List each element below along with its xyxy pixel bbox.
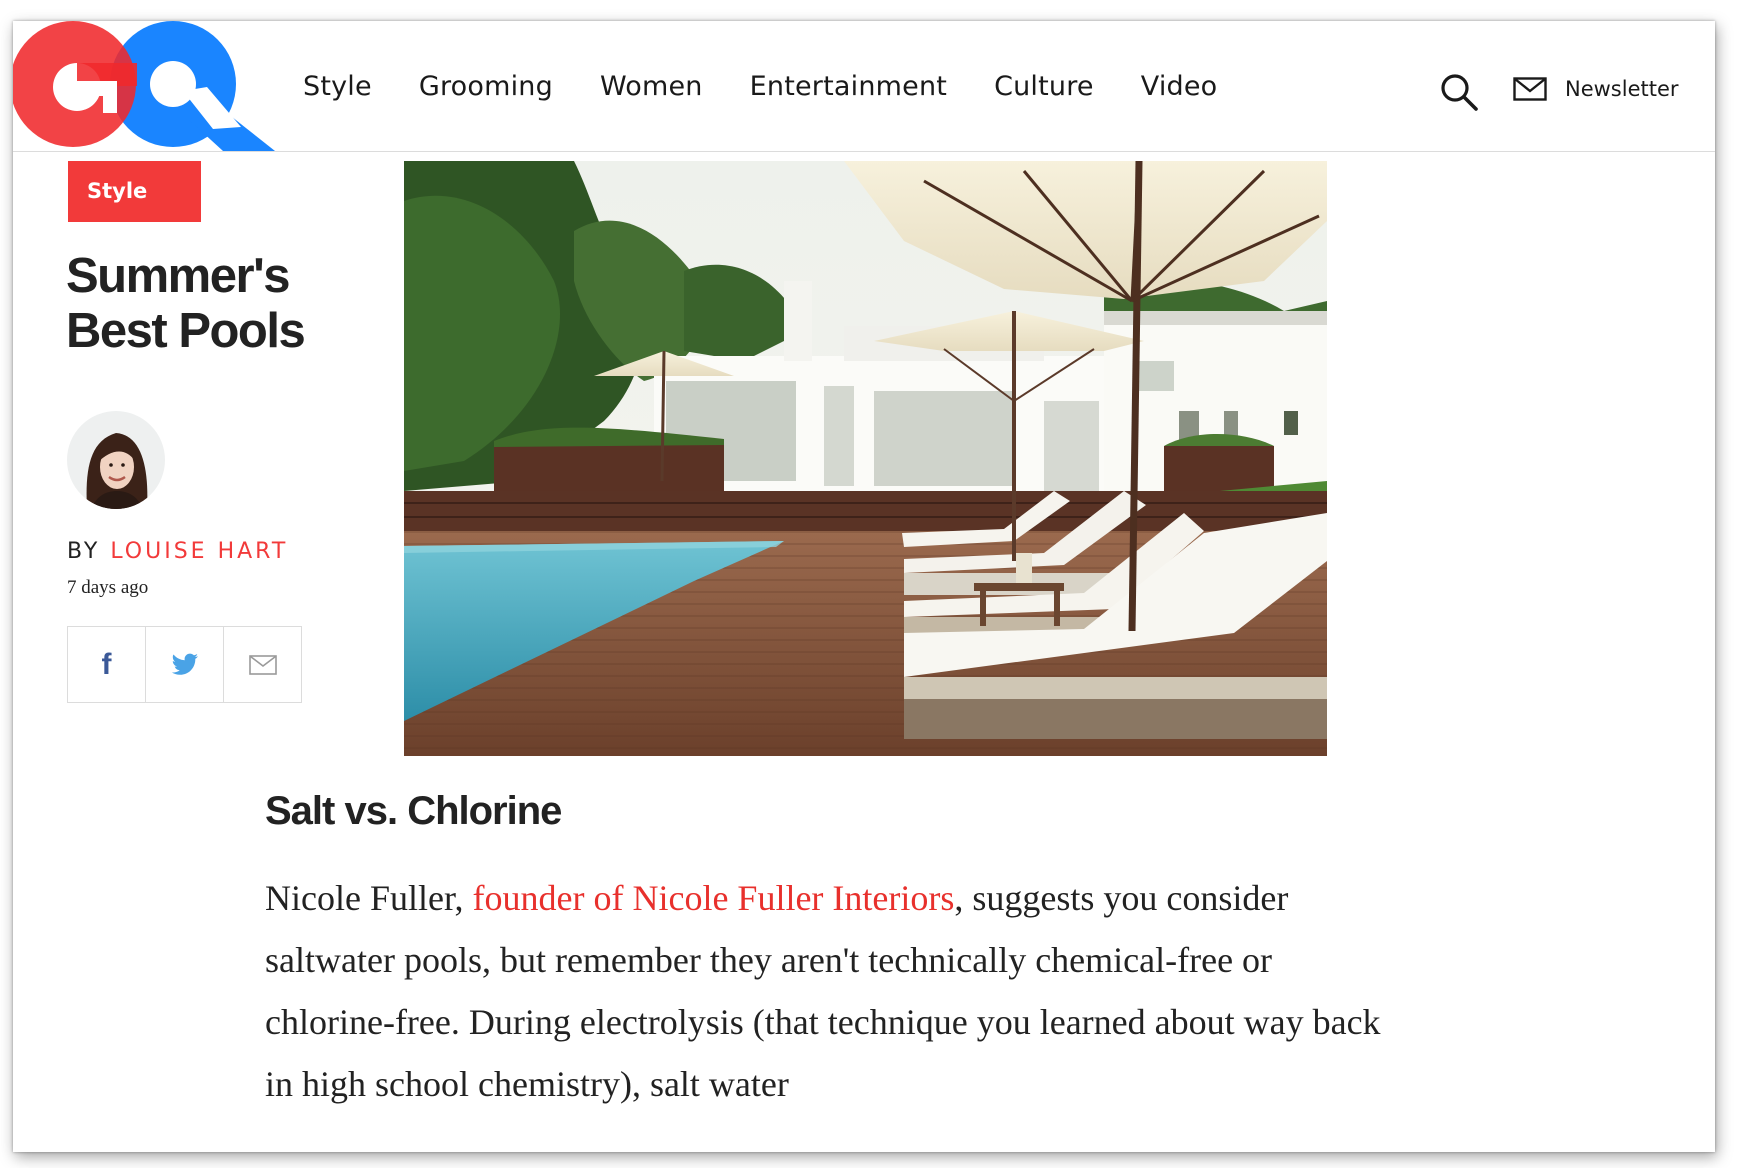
facebook-icon: f (101, 647, 112, 681)
section-heading: Salt vs. Chlorine (265, 789, 562, 833)
nav-item-style[interactable]: Style (303, 71, 372, 102)
envelope-icon (248, 654, 277, 675)
nav-item-entertainment[interactable]: Entertainment (750, 71, 947, 102)
category-badge[interactable]: Style (68, 161, 201, 222)
article-paragraph: Nicole Fuller, founder of Nicole Fuller … (265, 867, 1390, 1115)
publish-date: 7 days ago (67, 577, 149, 598)
nicole-fuller-interiors-link[interactable]: founder of Nicole Fuller Interiors (473, 878, 955, 918)
share-buttons: f (67, 626, 302, 703)
search-icon[interactable] (1438, 71, 1480, 113)
share-facebook-button[interactable]: f (67, 626, 146, 703)
paragraph-intro: Nicole Fuller, (265, 878, 473, 918)
newsletter-button[interactable]: Newsletter (1513, 67, 1679, 111)
envelope-icon (1513, 77, 1547, 101)
nav-item-grooming[interactable]: Grooming (419, 71, 553, 102)
browser-page: Style Grooming Women Entertainment Cultu… (13, 21, 1715, 1152)
gq-logo[interactable] (13, 21, 275, 151)
title-line-2: Best Pools (66, 304, 306, 358)
share-email-button[interactable] (223, 626, 302, 703)
nav-item-video[interactable]: Video (1141, 71, 1218, 102)
share-twitter-button[interactable] (145, 626, 224, 703)
newsletter-label: Newsletter (1565, 77, 1679, 101)
title-line-1: Summer's (66, 249, 290, 303)
main-nav: Style Grooming Women Entertainment Cultu… (303, 21, 1264, 151)
byline: BY LOUISE HART (67, 539, 288, 564)
author-avatar[interactable] (67, 411, 165, 509)
byline-prefix: BY (67, 539, 101, 564)
article-title: Summer's Best Pools (66, 249, 386, 359)
site-header: Style Grooming Women Entertainment Cultu… (13, 21, 1715, 152)
nav-item-culture[interactable]: Culture (994, 71, 1094, 102)
hero-image (404, 161, 1327, 756)
author-link[interactable]: LOUISE HART (110, 539, 288, 564)
avatar-portrait (67, 411, 165, 509)
nav-item-women[interactable]: Women (600, 71, 703, 102)
twitter-icon (171, 653, 198, 675)
